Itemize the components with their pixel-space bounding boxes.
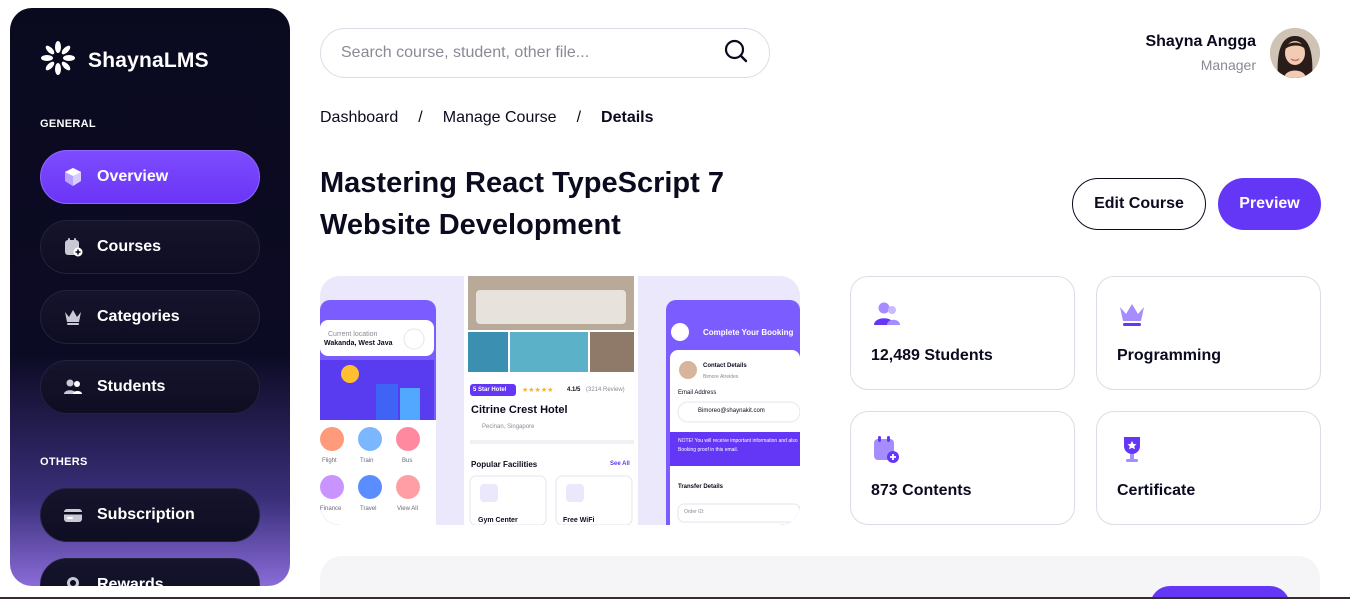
- stat-label: Programming: [1117, 347, 1222, 364]
- thumb-email-label: Email Address: [678, 390, 717, 396]
- edit-course-button[interactable]: Edit Course: [1072, 178, 1206, 230]
- thumb-booking-title: Complete Your Booking: [703, 328, 794, 337]
- thumb-see-all: See All: [610, 461, 630, 467]
- preview-button[interactable]: Preview: [1218, 178, 1321, 230]
- crown-icon: [63, 307, 83, 327]
- sidebar-item-label: Subscription: [97, 506, 195, 523]
- user-info: Shayna Angga Manager: [1145, 33, 1256, 73]
- user-profile[interactable]: Shayna Angga Manager: [1145, 28, 1320, 78]
- thumb-note: NOTE! You will receive important informa…: [678, 438, 798, 453]
- sidebar-item-label: Rewards: [97, 576, 164, 586]
- section-label-general: GENERAL: [40, 118, 96, 130]
- breadcrumb-separator: /: [418, 109, 423, 126]
- sidebar-item-label: Categories: [97, 308, 180, 325]
- breadcrumb-manage-course[interactable]: Manage Course: [443, 109, 557, 127]
- sidebar-item-students[interactable]: Students: [40, 360, 260, 414]
- thumb-rating: 4.1/5: [567, 387, 581, 393]
- course-thumbnail-art: [320, 276, 800, 525]
- thumb-email-value: Bimoreo@shaynakit.com: [698, 408, 765, 414]
- user-name: Shayna Angga: [1145, 33, 1256, 50]
- breadcrumb-separator: /: [576, 109, 582, 126]
- sidebar-item-overview[interactable]: Overview: [40, 150, 260, 204]
- stat-label: 12,489 Students: [871, 347, 993, 364]
- sidebar-item-courses[interactable]: Courses: [40, 220, 260, 274]
- breadcrumb-dashboard[interactable]: Dashboard: [320, 109, 398, 127]
- sidebar-item-label: Courses: [97, 238, 162, 255]
- calendar-add-icon: [871, 434, 901, 464]
- thumb-order-label: Order ID:: [684, 509, 705, 515]
- sidebar-item-categories[interactable]: Categories: [40, 290, 260, 344]
- stat-card-certificate: Certificate: [1096, 411, 1321, 525]
- thumb-contact-title: Contact Details: [703, 363, 747, 369]
- thumb-location-label: Current location: [328, 331, 378, 338]
- stat-card-contents: 873 Contents: [850, 411, 1075, 525]
- brand-logo-icon: [40, 40, 76, 81]
- search-icon[interactable]: [723, 38, 749, 69]
- sidebar: ShaynaLMS GENERAL Overview Courses Categ…: [10, 8, 290, 586]
- crown-icon: [1117, 299, 1147, 329]
- search-bar: [320, 28, 770, 78]
- sidebar-item-label: Students: [97, 378, 166, 395]
- rating-stars-icon: ★★★★★: [522, 387, 554, 394]
- thumb-hotel-location: Pecinan, Singapore: [482, 424, 535, 430]
- sidebar-item-rewards[interactable]: Rewards: [40, 558, 260, 586]
- stat-label: 873 Contents: [871, 482, 972, 499]
- page-title-line1: Mastering React TypeScript 7: [320, 167, 724, 199]
- cube-icon: [63, 167, 83, 187]
- sidebar-item-subscription[interactable]: Subscription: [40, 488, 260, 542]
- thumb-facility: Gym Center: [478, 517, 518, 524]
- stat-label: Certificate: [1117, 482, 1196, 499]
- avatar[interactable]: [1270, 28, 1320, 78]
- section-label-others: OTHERS: [40, 456, 88, 468]
- thumb-category: Bus: [402, 458, 413, 464]
- sidebar-item-label: Overview: [97, 168, 169, 185]
- thumb-location-value: Wakanda, West Java: [324, 340, 393, 347]
- search-input[interactable]: [341, 44, 723, 62]
- thumb-facilities-title: Popular Facilities: [471, 460, 538, 469]
- brand[interactable]: ShaynaLMS: [40, 40, 209, 81]
- stat-card-students: 12,489 Students: [850, 276, 1075, 390]
- user-role: Manager: [1200, 57, 1256, 73]
- thumb-hotel-name: Citrine Crest Hotel: [471, 404, 568, 416]
- card-icon: [63, 505, 83, 525]
- thumb-reviews: (3214 Review): [586, 387, 625, 393]
- breadcrumb-details: Details: [601, 109, 654, 126]
- brand-name: ShaynaLMS: [88, 48, 209, 72]
- thumb-category: Train: [360, 458, 374, 464]
- stat-card-category: Programming: [1096, 276, 1321, 390]
- breadcrumb: Dashboard / Manage Course / Details: [320, 109, 654, 127]
- page-title-line2: Website Development: [320, 209, 621, 241]
- course-thumbnail: Current location Wakanda, West Java Flig…: [320, 276, 800, 525]
- thumb-category: Travel: [360, 506, 377, 512]
- page-title: Mastering React TypeScript 7 Website Dev…: [320, 162, 800, 246]
- calendar-add-icon: [63, 237, 83, 257]
- thumb-category: Flight: [322, 458, 337, 464]
- thumb-category: Finance: [320, 506, 342, 512]
- thumb-hotel-badge: 5 Star Hotel: [473, 387, 507, 393]
- users-icon: [63, 377, 83, 397]
- thumb-facility: Free WiFi: [563, 517, 595, 524]
- thumb-contact-name: Bimore Atreides: [703, 374, 739, 380]
- thumb-transfer-title: Transfer Details: [678, 484, 724, 490]
- trophy-icon: [1117, 434, 1147, 464]
- medal-icon: [63, 575, 83, 586]
- users-icon: [871, 299, 901, 329]
- thumb-category: View All: [397, 506, 418, 512]
